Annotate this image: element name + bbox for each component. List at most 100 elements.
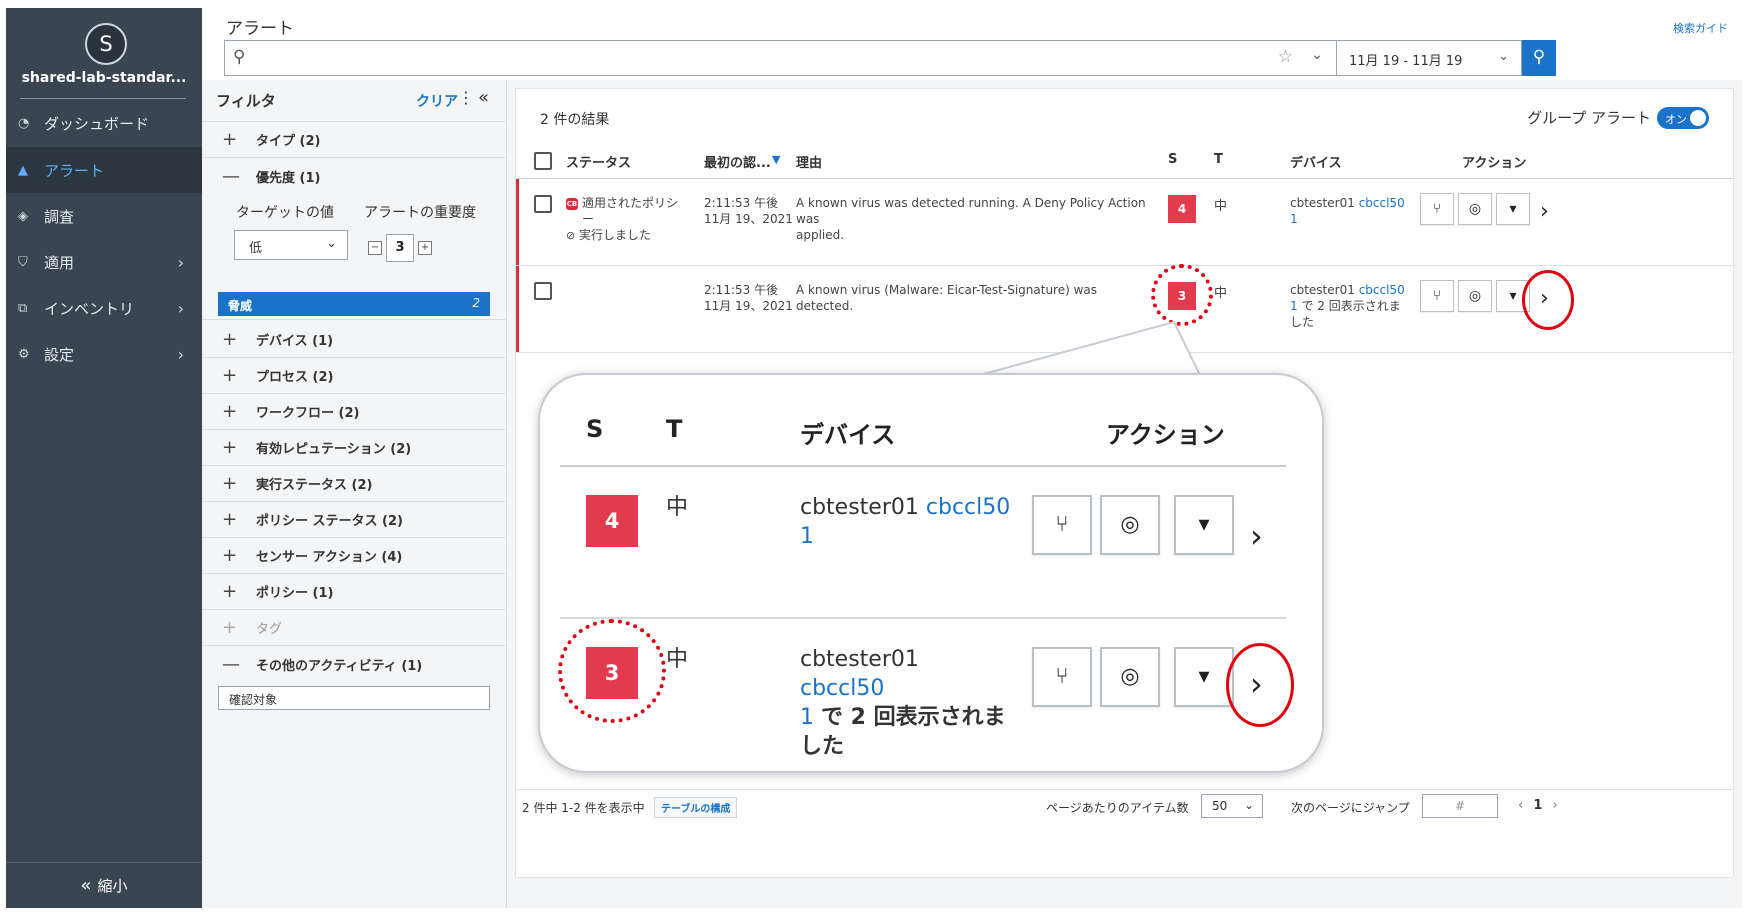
col-severity[interactable]: S [1168,152,1177,167]
nav-item-dashboard[interactable]: ◔ ダッシュボード [6,100,202,146]
nav-item-investigate[interactable]: ◈ 調査 [6,193,202,239]
current-page[interactable]: 1 [1533,798,1542,813]
col-reason[interactable]: 理由 [796,152,822,171]
other-activity-chip[interactable]: 確認対象 [218,686,490,710]
investigate-button[interactable]: ◎ [1458,193,1492,225]
nav-item-enforce[interactable]: ⛉ 適用 › [6,239,202,285]
reason-text-cont: applied. [796,228,845,242]
filter-section-sensor-action[interactable]: + センサー アクション (4) [202,538,507,574]
caret-down-icon: ▾ [1509,201,1517,217]
avatar[interactable]: S [85,23,127,65]
chevron-down-icon: ⌄ [326,236,337,251]
search-guide-link[interactable]: 検索ガイド [1673,20,1728,36]
sort-desc-icon[interactable]: ▼ [772,153,780,166]
nav-item-alerts[interactable]: ▲ アラート [6,147,202,193]
filter-section-label: 優先度 (1) [256,170,321,186]
more-vertical-icon[interactable]: ⋮ [458,88,474,107]
decrement-button[interactable]: − [368,241,382,255]
device-extra: で 2 回表示されま [1301,299,1401,313]
filter-section-run-state[interactable]: + 実行ステータス (2) [202,466,507,502]
nav-item-inventory[interactable]: ⧉ インベントリ › [6,285,202,331]
search-button[interactable]: ⚲ [1522,40,1556,76]
star-icon[interactable]: ☆ [1278,47,1293,67]
configure-table-button[interactable]: テーブルの構成 [654,797,738,818]
nav-item-settings[interactable]: ⚙ 設定 › [6,331,202,377]
target-value-select[interactable]: 低 ⌄ [234,230,348,260]
next-page-icon[interactable]: › [1553,798,1558,813]
increment-button[interactable]: + [418,241,432,255]
filter-section-priority[interactable]: — 優先度 (1) [202,158,507,194]
row-device: cbtester01 cbccl50 1 [1290,195,1405,227]
action-dropdown-button[interactable]: ▾ [1496,193,1530,225]
select-all-checkbox[interactable] [534,152,552,170]
chevron-down-icon[interactable]: ⌄ [1311,47,1323,63]
col-type[interactable]: T [1214,152,1223,167]
process-tree-button[interactable]: ⑂ [1420,193,1454,225]
table-header: ステータス 最初の認... ▼ 理由 S T デバイス アクション [516,143,1735,179]
device-name: cbtester01 [1290,283,1355,297]
callout-row: 4 中 cbtester01 cbccl50 1 ⑂ ◎ ▾ › [560,467,1286,619]
device-link[interactable]: cbccl50 [1359,283,1405,297]
clear-filters-link[interactable]: クリア [416,91,458,111]
filter-section-type[interactable]: + タイプ (2) [202,122,507,158]
severity-value[interactable]: 3 [386,234,414,262]
col-status[interactable]: ステータス [566,152,631,171]
date-range-select[interactable]: 11月 19 - 11月 19 ⌄ [1336,40,1522,76]
callout-process-tree-button: ⑂ [1032,647,1092,707]
callout-col-severity: S [586,415,604,443]
nav-item-label: 調査 [44,207,75,226]
status-text: 適用されたポリシ [582,196,679,210]
row-checkbox[interactable] [534,195,552,213]
filter-section-policy-status[interactable]: + ポリシー ステータス (2) [202,502,507,538]
filter-header: フィルタ クリア ⋮ « [202,80,507,122]
table-row[interactable]: 2:11:53 午後 11月 19、2021 A known virus (Ma… [516,264,1735,353]
row-expand-chevron[interactable]: › [1540,199,1549,224]
collapse-icon: — [222,165,240,187]
search-icon: ⚲ [1532,47,1546,67]
investigate-button[interactable]: ◎ [1458,280,1492,312]
filter-section-reputation[interactable]: + 有効レピュテーション (2) [202,430,507,466]
callout-severity-badge: 4 [586,495,638,547]
table-row[interactable]: CB 適用されたポリシ ー ⊘ 実行しました 2:11:53 午後 11月 19、… [516,179,1735,266]
toggle-knob [1690,110,1706,126]
row-first-seen: 2:11:53 午後 11月 19、2021 [704,282,793,314]
device-link-cont[interactable]: 1 [1290,299,1298,313]
per-page-label: ページあたりのアイテム数 [1046,801,1189,815]
status-text-cont: ー [582,212,595,226]
device-name: cbtester01 [800,495,919,520]
filter-section-other-activity[interactable]: — その他のアクティビティ (1) [202,646,507,682]
col-device[interactable]: デバイス [1290,152,1342,171]
jump-label: 次のページにジャンプ [1291,801,1410,815]
row-checkbox[interactable] [534,282,552,300]
highlight-ring-dotted [558,619,666,723]
search-input[interactable] [261,45,1241,71]
threat-count: 2 [472,296,480,310]
jump-page-input[interactable]: # [1422,794,1498,818]
filter-section-policy[interactable]: + ポリシー (1) [202,574,507,610]
device-link-cont[interactable]: 1 [1290,212,1298,226]
org-name[interactable]: shared-lab-standar... [16,70,192,86]
filter-section-process[interactable]: + プロセス (2) [202,358,507,394]
filter-section-label: ワークフロー (2) [256,406,360,421]
row-type: 中 [1214,286,1228,301]
prev-page-icon[interactable]: ‹ [1518,798,1523,813]
double-chevron-left-icon[interactable]: « [478,87,489,108]
col-first-seen[interactable]: 最初の認... [704,152,771,171]
threat-filter-chip[interactable]: 脅威 2 [218,292,490,316]
group-alerts-toggle[interactable]: オン [1657,107,1709,129]
expand-icon: + [222,617,238,638]
process-tree-button[interactable]: ⑂ [1420,280,1454,312]
collapse-nav-button[interactable]: « 縮小 [6,862,202,908]
per-page-select[interactable]: 50 ⌄ [1201,794,1263,818]
filter-section-label: タイプ (2) [256,134,321,149]
filter-section-workflow[interactable]: + ワークフロー (2) [202,394,507,430]
callout-device: cbtester01 cbccl50 1 [800,493,1010,551]
device-link[interactable]: cbccl50 [1359,196,1405,210]
device-name: cbtester01 [1290,196,1355,210]
double-chevron-left-icon: « [80,875,92,896]
filter-section-tag: + タグ [202,610,507,646]
table-footer: 2 件中 1-2 件を表示中 テーブルの構成 ページあたりのアイテム数 50 ⌄… [516,789,1735,825]
filter-section-device[interactable]: + デバイス (1) [202,322,507,358]
search-box: ⚲ ☆ ⌄ [224,40,1338,76]
row-date: 11月 19、2021 [704,212,793,226]
